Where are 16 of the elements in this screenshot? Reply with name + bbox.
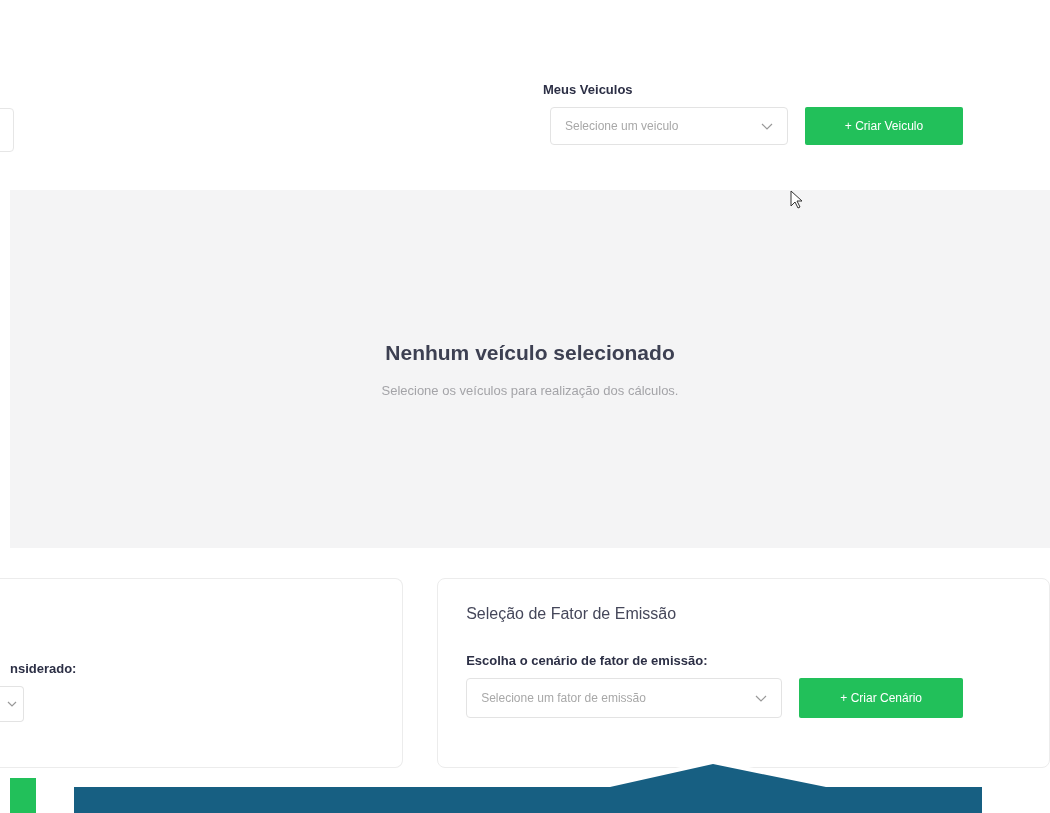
card-title: Seleção de Fator de Emissão <box>466 605 678 623</box>
chevron-down-icon <box>755 694 768 702</box>
vehicles-label: Meus Veiculos <box>543 82 634 97</box>
select-field[interactable] <box>0 686 24 722</box>
create-vehicle-button[interactable]: + Criar Veiculo <box>805 107 963 145</box>
chevron-down-icon <box>761 122 773 130</box>
chevron-down-icon <box>7 701 17 707</box>
field-label: nsiderado: <box>10 661 78 676</box>
field-label: Escolha o cenário de fator de emissão: <box>466 653 709 668</box>
create-scenario-button[interactable]: + Criar Cenário <box>799 678 964 718</box>
button-edge[interactable] <box>10 778 36 813</box>
vehicle-select[interactable]: Selecione um veiculo <box>550 107 788 145</box>
empty-state-title: Nenhum veículo selecionado <box>385 340 675 365</box>
emission-factor-select[interactable]: Selecione um fator de emissão <box>466 678 783 718</box>
empty-state-message: Selecione os veículos para realização dos cálculos. <box>381 382 679 398</box>
input-field[interactable] <box>0 108 14 152</box>
